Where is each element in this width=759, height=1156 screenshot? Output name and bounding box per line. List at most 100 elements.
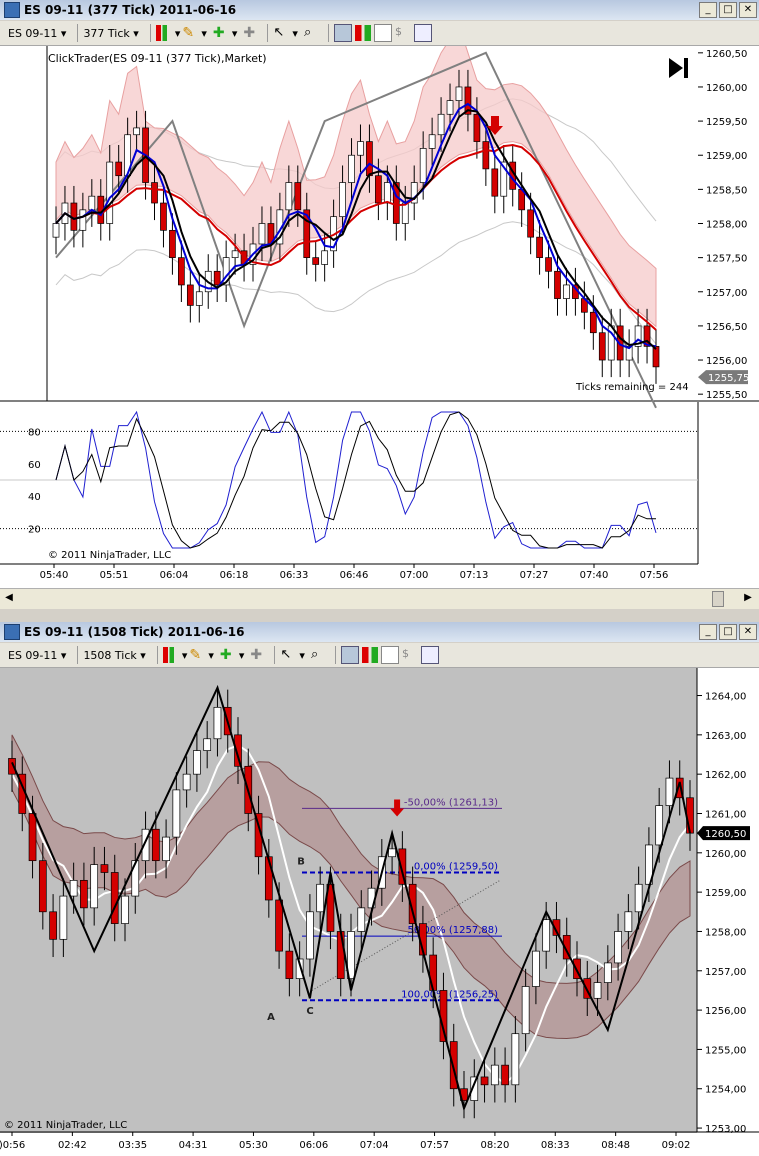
time-tick-label: 06:46	[340, 570, 369, 581]
top-instrument-dropdown[interactable]: ES 09-11 ▾	[8, 27, 66, 40]
ticks-remaining-label: Ticks remaining = 244	[575, 382, 689, 393]
bar-chart-icon[interactable]	[361, 647, 378, 663]
candle	[401, 202, 409, 224]
candle	[521, 986, 530, 1035]
zoom-icon[interactable]: ⌕	[311, 647, 327, 663]
time-tick-label: 03:35	[118, 1140, 147, 1151]
copyright-label: © 2011 NinjaTrader, LLC	[4, 1120, 127, 1131]
minimize-icon[interactable]: _	[699, 624, 717, 640]
price-tick-label: 1259,50	[706, 117, 747, 128]
top-title-bar[interactable]: ES 09-11 (377 Tick) 2011-06-16 _ □ ✕	[0, 0, 759, 20]
scroll-right-icon[interactable]: ▶	[741, 591, 755, 605]
candle	[439, 990, 448, 1042]
bottom-interval-dropdown[interactable]: 1508 Tick ▾	[83, 649, 145, 662]
candle	[554, 270, 561, 299]
current-price-label: 1260,50	[705, 829, 746, 840]
time-tick-label: 07:56	[640, 570, 669, 581]
candle	[598, 332, 606, 361]
candle	[339, 182, 346, 218]
add-indicator-icon[interactable]: ✚	[213, 25, 229, 41]
candle	[527, 209, 534, 238]
candle	[375, 175, 382, 204]
candle	[428, 134, 436, 149]
candle	[172, 789, 181, 838]
time-tick-label: 07:00	[400, 570, 429, 581]
candle	[80, 879, 88, 909]
time-tick-label: 02:42	[58, 1140, 87, 1151]
candle	[357, 141, 364, 156]
pointer-icon[interactable]: ↖	[273, 25, 289, 41]
candle	[49, 911, 57, 940]
candle	[312, 257, 320, 265]
price-tick-label: 1258,00	[706, 220, 747, 231]
candle	[193, 750, 201, 775]
candle	[482, 141, 490, 170]
chart-style-icon[interactable]	[162, 647, 179, 663]
candle	[69, 879, 78, 897]
chart-trader-icon[interactable]	[340, 646, 359, 664]
time-tick-label: 07:04	[360, 1140, 389, 1151]
drawing-tool-icon[interactable]: ✎	[189, 647, 205, 663]
template-icon[interactable]	[420, 646, 439, 664]
scroll-thumb[interactable]	[712, 591, 724, 607]
candle	[213, 706, 222, 740]
point-c-label: C	[306, 1006, 313, 1017]
time-tick-label: 06:04	[160, 570, 189, 581]
close-icon[interactable]: ✕	[739, 624, 757, 640]
bottom-title-bar[interactable]: ES 09-11 (1508 Tick) 2011-06-16 _ □ ✕	[0, 622, 759, 642]
price-tick-label: 1263,00	[705, 731, 746, 742]
data-box-icon[interactable]: $	[395, 25, 411, 41]
chart-style-icon[interactable]	[155, 25, 172, 41]
price-tick-label: 1259,00	[705, 888, 746, 899]
price-tick-label: 1253,00	[705, 1124, 746, 1135]
pointer-icon[interactable]: ↖	[280, 647, 296, 663]
data-box-icon[interactable]: $	[402, 647, 418, 663]
maximize-icon[interactable]: □	[719, 624, 737, 640]
candle	[665, 777, 674, 806]
osc-tick-label: 60	[28, 460, 41, 471]
fibonacci-label: 0,00% (1259,50)	[414, 861, 498, 872]
candle	[115, 161, 123, 177]
candle	[258, 223, 266, 245]
skip-to-end-bar	[684, 58, 688, 78]
bottom-chart-window: ES 09-11 (1508 Tick) 2011-06-16 _ □ ✕ ES…	[0, 622, 759, 1156]
zoom-icon[interactable]: ⌕	[304, 25, 320, 41]
price-tick-label: 1256,50	[706, 322, 747, 333]
strategy-icon[interactable]: ✚	[250, 647, 266, 663]
scroll-left-icon[interactable]: ◀	[2, 591, 16, 605]
drawing-tool-icon[interactable]: ✎	[182, 25, 198, 41]
candle	[589, 311, 597, 334]
bar-chart-icon[interactable]	[354, 25, 371, 41]
price-tick-label: 1258,50	[706, 185, 747, 196]
candle	[169, 229, 176, 258]
template-icon[interactable]	[413, 24, 432, 42]
candle	[151, 182, 158, 204]
price-tick-label: 1264,00	[705, 692, 746, 703]
top-window-title: ES 09-11 (377 Tick) 2011-06-16	[24, 3, 237, 17]
maximize-icon[interactable]: □	[719, 2, 737, 18]
close-icon[interactable]: ✕	[739, 2, 757, 18]
candle	[652, 346, 660, 368]
price-tick-label: 1260,00	[705, 849, 746, 860]
properties-icon[interactable]	[380, 646, 399, 664]
candle	[52, 223, 60, 238]
bottom-instrument-dropdown[interactable]: ES 09-11 ▾	[8, 649, 66, 662]
price-tick-label: 1257,00	[706, 288, 747, 299]
add-indicator-icon[interactable]: ✚	[220, 647, 236, 663]
properties-icon[interactable]	[373, 24, 392, 42]
candle	[182, 773, 191, 791]
price-tick-label: 1260,50	[706, 49, 747, 60]
candle	[357, 907, 366, 932]
top-price-chart[interactable]: 1260,50 1260,00 1259,50 1259,00 1258,50 1258,…	[0, 46, 759, 594]
candle	[213, 270, 221, 286]
top-horizontal-scrollbar[interactable]: ◀ ▶	[0, 588, 759, 609]
top-interval-dropdown[interactable]: 377 Tick ▾	[83, 27, 138, 40]
chart-trader-icon[interactable]	[333, 24, 352, 42]
minimize-icon[interactable]: _	[699, 2, 717, 18]
candle	[634, 883, 643, 913]
candle	[532, 950, 540, 987]
candle	[473, 113, 481, 142]
bottom-price-chart[interactable]: -50,00% (1261,13)0,00% (1259,50)50,00% (…	[0, 668, 759, 1156]
candle	[542, 919, 551, 952]
strategy-icon[interactable]: ✚	[243, 25, 259, 41]
